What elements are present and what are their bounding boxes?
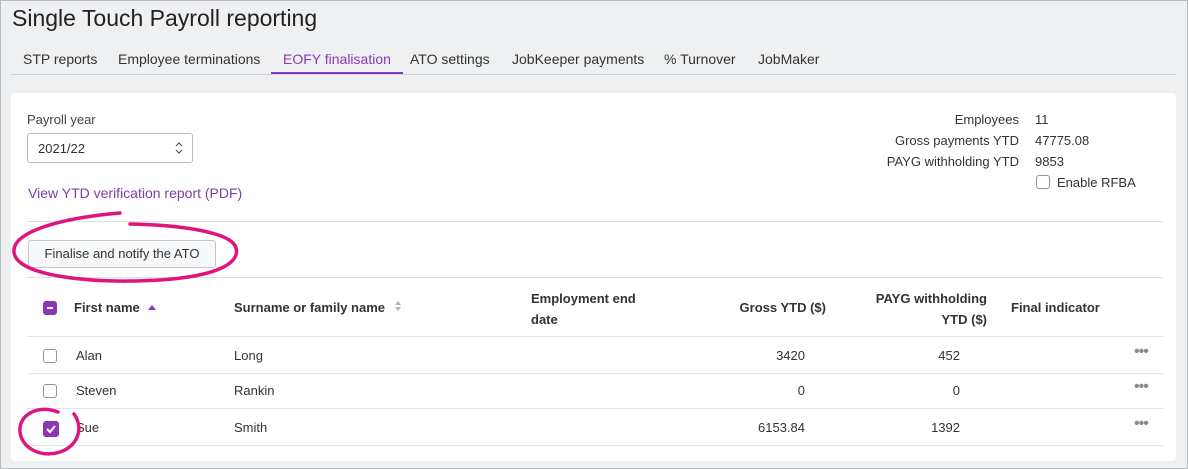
employees-value: 11 — [1035, 112, 1049, 127]
header-gross-ytd: Gross YTD ($) — [739, 300, 826, 315]
row-gross-ytd: 3420 — [776, 348, 805, 363]
minus-icon — [47, 307, 53, 309]
enable-rfba-checkbox[interactable] — [1036, 175, 1050, 189]
header-end-date-line2: date — [531, 312, 558, 327]
row-divider — [27, 445, 1163, 446]
payroll-year-value: 2021/22 — [38, 141, 85, 156]
tab-ato-settings[interactable]: ATO settings — [410, 45, 490, 73]
finalise-notify-ato-button[interactable]: Finalise and notify the ATO — [28, 240, 216, 268]
header-final-indicator: Final indicator — [1011, 300, 1100, 315]
header-divider — [27, 336, 1163, 337]
row-payg-ytd: 0 — [952, 383, 960, 398]
row-more-options-icon[interactable]: ••• — [1134, 415, 1149, 433]
payroll-year-select[interactable]: 2021/22 — [27, 133, 193, 163]
row-more-options-icon[interactable]: ••• — [1134, 343, 1149, 361]
header-first-name[interactable]: First name — [74, 297, 157, 318]
header-payg-withholding-ytd: PAYG withholding YTD ($) — [847, 288, 987, 330]
tab-eofy-finalisation[interactable]: EOFY finalisation — [271, 45, 403, 74]
row-payg-ytd: 452 — [938, 348, 960, 363]
row-first-name: Sue — [76, 420, 100, 435]
header-surname-label: Surname or family name — [234, 300, 385, 315]
tab-employee-terminations[interactable]: Employee terminations — [118, 45, 260, 73]
row-payg-ytd: 1392 — [931, 420, 960, 435]
row-gross-ytd: 0 — [797, 383, 805, 398]
header-employment-end-date: Employment end date — [531, 288, 636, 330]
tab-jobmaker[interactable]: JobMaker — [758, 45, 819, 73]
payg-withholding-value: 9853 — [1035, 154, 1064, 169]
row-surname: Rankin — [234, 383, 275, 398]
up-down-chevron-icon — [175, 142, 183, 154]
header-payg-line1: PAYG withholding — [875, 291, 987, 306]
row-checkbox-sue[interactable] — [43, 421, 59, 437]
header-first-name-label: First name — [74, 300, 140, 315]
row-first-name: Steven — [76, 383, 117, 398]
tab-jobkeeper-payments[interactable]: JobKeeper payments — [512, 45, 644, 73]
row-surname: Smith — [234, 420, 268, 435]
sort-icon — [394, 301, 401, 311]
payg-withholding-label: PAYG withholding YTD — [886, 154, 1019, 169]
employees-label: Employees — [954, 112, 1019, 127]
eofy-card: Payroll year 2021/22 View YTD verificati… — [11, 93, 1176, 461]
row-divider — [27, 373, 1163, 374]
row-more-options-icon[interactable]: ••• — [1134, 378, 1149, 396]
enable-rfba-label: Enable RFBA — [1057, 175, 1136, 190]
page-title: Single Touch Payroll reporting — [12, 5, 318, 31]
gross-payments-label: Gross payments YTD — [894, 133, 1019, 148]
tab-stp-reports[interactable]: STP reports — [23, 45, 97, 73]
gross-payments-value: 47775.08 — [1035, 133, 1090, 148]
header-payg-line2: YTD ($) — [941, 312, 988, 327]
header-surname[interactable]: Surname or family name — [234, 297, 403, 318]
tab-turnover[interactable]: % Turnover — [664, 45, 736, 73]
row-surname: Long — [234, 348, 263, 363]
select-all-checkbox[interactable] — [43, 301, 57, 315]
row-checkbox-steven[interactable] — [43, 384, 57, 398]
row-gross-ytd: 6153.84 — [758, 420, 805, 435]
tab-bar: STP reports Employee terminations EOFY f… — [11, 45, 1176, 75]
header-end-date-line1: Employment end — [531, 291, 636, 306]
row-first-name: Alan — [76, 348, 103, 363]
row-divider — [27, 408, 1163, 409]
table-top-divider — [27, 277, 1163, 278]
payroll-year-label: Payroll year — [27, 112, 96, 127]
checkmark-icon — [46, 425, 56, 434]
row-checkbox-alan[interactable] — [43, 349, 57, 363]
divider — [27, 221, 1163, 222]
ytd-verification-report-link[interactable]: View YTD verification report (PDF) — [28, 185, 242, 201]
sort-ascending-icon — [148, 305, 157, 310]
